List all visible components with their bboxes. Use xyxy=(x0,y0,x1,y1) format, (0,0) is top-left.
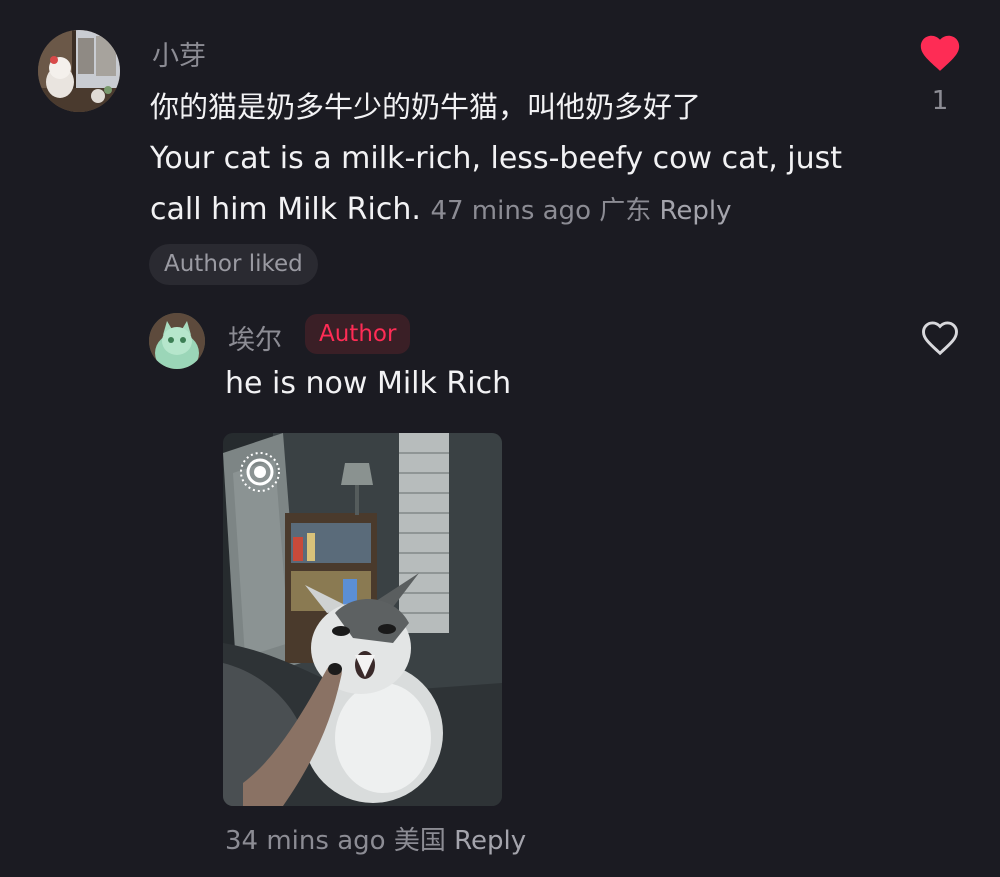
avatar[interactable] xyxy=(38,30,120,112)
comment-like-button[interactable] xyxy=(917,30,963,76)
comment-username[interactable]: 小芽 xyxy=(152,34,206,73)
heart-outline-icon xyxy=(922,321,958,356)
comment-reply-button[interactable]: Reply xyxy=(660,196,732,226)
author-liked-badge: Author liked xyxy=(149,244,318,285)
reply-avatar[interactable] xyxy=(149,313,205,369)
comment-thread: 小芽 你的猫是奶多牛少的奶牛猫，叫他奶多好了 Your cat is a mil… xyxy=(0,0,1000,877)
reply-username[interactable]: 埃尔 xyxy=(228,318,282,357)
comment-body: 你的猫是奶多牛少的奶牛猫，叫他奶多好了 Your cat is a milk-r… xyxy=(150,82,880,237)
comment-time: 47 mins ago xyxy=(430,196,591,226)
live-photo-icon[interactable] xyxy=(238,450,282,494)
reply-meta: 34 mins ago 美国 Reply xyxy=(225,820,526,857)
reply-reply-button[interactable]: Reply xyxy=(454,826,526,856)
reply-photo[interactable] xyxy=(223,433,502,806)
comment-location: 广东 xyxy=(599,196,652,226)
reply-like-button[interactable] xyxy=(918,316,962,360)
comment-meta: 47 mins ago 广东 Reply xyxy=(430,196,731,226)
author-badge: Author xyxy=(305,314,411,354)
reply-body: he is now Milk Rich xyxy=(225,366,512,401)
avatar-image xyxy=(149,313,205,369)
comment-text-original: 你的猫是奶多牛少的奶牛猫，叫他奶多好了 xyxy=(150,90,702,124)
avatar-image xyxy=(38,30,120,112)
heart-filled-icon xyxy=(920,35,960,71)
live-photo-glyph xyxy=(240,452,280,492)
comment-like-count: 1 xyxy=(931,86,949,116)
reply-time: 34 mins ago xyxy=(225,826,386,856)
reply-location: 美国 xyxy=(393,826,446,856)
